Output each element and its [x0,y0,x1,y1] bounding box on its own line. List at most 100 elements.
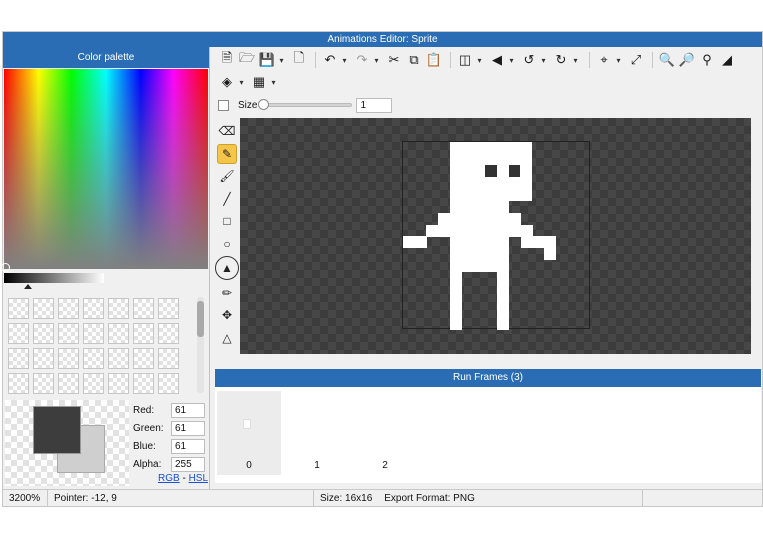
size-input[interactable]: 1 [356,97,393,113]
swatch[interactable] [33,323,54,344]
save-icon[interactable]: 💾 [258,51,276,69]
swatch[interactable] [8,373,29,394]
swatch[interactable] [58,323,79,344]
pencil-icon[interactable]: ✎ [217,143,237,164]
sprite-left-arm-mid [426,225,450,237]
undo-icon[interactable]: ↶ [321,51,339,69]
flip-vertical-dropdown-icon[interactable]: ▾ [508,51,515,69]
transform-icon[interactable]: △ [217,328,237,348]
swatch[interactable] [83,323,104,344]
status-size: Size: 16x16 [320,492,373,504]
drawing-canvas[interactable] [240,118,751,354]
swatch[interactable] [83,298,104,319]
redo-icon[interactable]: ↷ [353,51,371,69]
grayscale-bar[interactable] [4,273,104,283]
green-field[interactable]: 61 [171,420,205,436]
rgb-link[interactable]: RGB [158,473,180,484]
ellipse-icon[interactable]: ○ [217,234,237,254]
swatch[interactable] [108,298,129,319]
size-slider[interactable] [258,99,353,110]
swatch[interactable] [158,323,179,344]
rotate-left-dropdown-icon[interactable]: ▾ [540,51,547,69]
blue-field[interactable]: 61 [171,438,205,454]
drawing-tools: ⌫ ✎ 🖌 ╱ □ ○ ▲ ✏ ✥ △ [215,121,239,350]
rotate-right-icon[interactable]: ↻ [552,51,570,69]
flip-horizontal-icon[interactable]: ◫ [456,51,474,69]
size-slider-knob[interactable] [258,99,270,110]
swatch[interactable] [83,348,104,369]
swatch[interactable] [158,373,179,394]
paste-icon[interactable]: 📋 [425,51,443,69]
swatch[interactable] [33,373,54,394]
toolbar-separator [450,52,451,68]
green-row: Green: 61 [133,419,209,437]
redo-dropdown-icon[interactable]: ▾ [373,51,380,69]
swatch[interactable] [133,373,154,394]
zoom-in-icon[interactable]: 🔍 [658,51,676,69]
layers-icon[interactable]: ◈ [218,73,236,91]
grayscale-pointer[interactable] [24,284,32,289]
swatch[interactable] [58,348,79,369]
crop-dropdown-icon[interactable]: ▾ [615,51,622,69]
open-folder-icon[interactable]: 🗁 [238,50,256,69]
swatch[interactable] [8,323,29,344]
move-icon[interactable]: ✥ [217,305,237,325]
flip-vertical-icon[interactable]: ◀ [488,51,506,69]
primary-color[interactable] [33,406,81,454]
swatch[interactable] [58,373,79,394]
swatch[interactable] [8,348,29,369]
spectrum-handle[interactable] [1,263,10,272]
swatch[interactable] [108,323,129,344]
sprite-canvas[interactable] [402,141,590,330]
red-field[interactable]: 61 [171,402,205,418]
resize-icon[interactable]: ⤢ [627,51,645,69]
size-checkbox[interactable] [218,99,229,111]
color-spectrum[interactable] [1,69,208,272]
zoom-fit-icon[interactable]: ⚲ [698,51,716,69]
swatch[interactable] [33,298,54,319]
flip-horizontal-dropdown-icon[interactable]: ▾ [476,51,483,69]
swatch[interactable] [108,348,129,369]
save-as-icon[interactable]: 🗋 [290,50,308,69]
fill-canvas-icon[interactable]: ◢ [718,51,736,69]
swatch[interactable] [133,323,154,344]
frame-item[interactable]: 2 [353,391,417,475]
copy-icon[interactable]: ⧉ [405,51,423,69]
rotate-left-icon[interactable]: ↺ [520,51,538,69]
grid-dropdown-icon[interactable]: ▾ [270,73,277,91]
swatch[interactable] [83,373,104,394]
swatch-scrollbar[interactable] [197,297,204,393]
swatch[interactable] [58,298,79,319]
rotate-right-dropdown-icon[interactable]: ▾ [572,51,579,69]
rectangle-icon[interactable]: □ [217,211,237,231]
green-label: Green: [133,422,164,434]
layers-dropdown-icon[interactable]: ▾ [238,73,245,91]
sprite-right-eye [509,165,520,177]
swatch[interactable] [158,348,179,369]
swatch[interactable] [133,298,154,319]
save-dropdown-icon[interactable]: ▾ [278,51,285,69]
alpha-field[interactable]: 255 [171,456,205,472]
frame-number: 2 [382,460,388,471]
swatch[interactable] [8,298,29,319]
swatch[interactable] [133,348,154,369]
eraser-icon[interactable]: ⌫ [217,121,237,141]
brush-icon[interactable]: 🖌 [217,166,237,186]
zoom-out-icon[interactable]: 🔎 [678,51,696,69]
line-icon[interactable]: ╱ [217,189,237,209]
grid-icon[interactable]: ▦ [250,73,268,91]
frame-item[interactable]: 1 [285,391,349,475]
hsl-link[interactable]: HSL [189,473,208,484]
swatch[interactable] [158,298,179,319]
swatch[interactable] [108,373,129,394]
swatch-scrollbar-thumb[interactable] [197,301,204,337]
color-mode-links: RGB - HSL [158,473,208,484]
undo-dropdown-icon[interactable]: ▾ [341,51,348,69]
new-file-icon[interactable]: 🗎 [218,50,236,69]
crop-icon[interactable]: ⌖ [595,51,613,69]
frame-item[interactable]: 0 [217,391,281,475]
eyedropper-icon[interactable]: ✏ [217,283,237,303]
fill-bucket-icon[interactable]: ▲ [215,256,239,280]
cut-icon[interactable]: ✂ [385,51,403,69]
swatch[interactable] [33,348,54,369]
